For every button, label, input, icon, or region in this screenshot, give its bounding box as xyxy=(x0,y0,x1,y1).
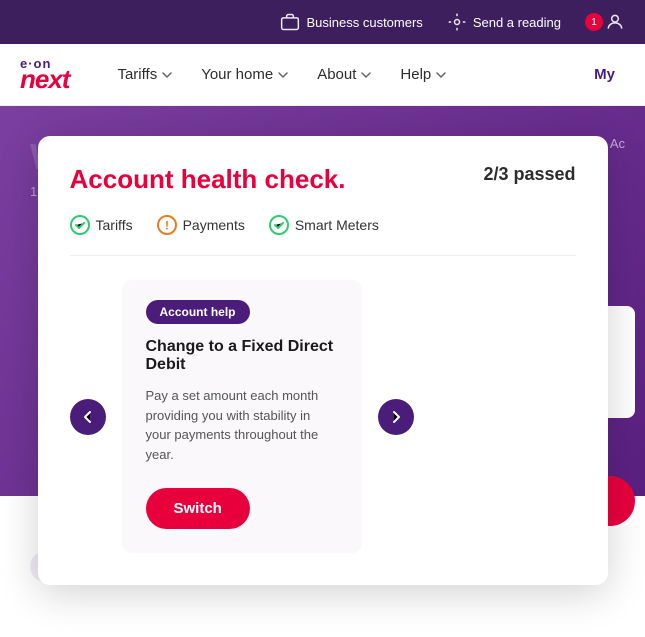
chevron-down-icon xyxy=(161,69,173,81)
chevron-left-icon xyxy=(81,410,95,424)
account-help-card: Account help Change to a Fixed Direct De… xyxy=(122,280,362,553)
status-payments: ! Payments xyxy=(157,215,245,235)
top-bar: Business customers Send a reading 1 xyxy=(0,0,645,44)
chevron-down-icon xyxy=(360,69,372,81)
status-tariffs: Tariffs xyxy=(70,215,133,235)
chevron-right-icon xyxy=(389,410,403,424)
payments-label: Payments xyxy=(183,217,245,233)
switch-button[interactable]: Switch xyxy=(146,488,250,529)
warning-icon: ! xyxy=(157,215,177,235)
card-description: Pay a set amount each month providing yo… xyxy=(146,386,338,464)
nav-your-home[interactable]: Your home xyxy=(191,58,299,91)
card-title: Change to a Fixed Direct Debit xyxy=(146,338,338,374)
health-score: 2/3 passed xyxy=(483,164,575,185)
status-smart-meters: Smart Meters xyxy=(269,215,379,235)
business-customers-link[interactable]: Business customers xyxy=(280,12,422,32)
card-row: Account help Change to a Fixed Direct De… xyxy=(70,280,576,553)
modal-overlay: Account health check. 2/3 passed Tariffs… xyxy=(0,106,645,597)
nav-my[interactable]: My xyxy=(584,58,625,91)
scroll-left-button[interactable] xyxy=(70,399,106,435)
health-check-modal: Account health check. 2/3 passed Tariffs… xyxy=(38,136,608,585)
smart-meters-label: Smart Meters xyxy=(295,217,379,233)
business-customers-label: Business customers xyxy=(306,15,422,30)
send-reading-link[interactable]: Send a reading xyxy=(447,12,561,32)
status-row: Tariffs ! Payments Smart Meters xyxy=(70,215,576,256)
chevron-down-icon xyxy=(277,69,289,81)
logo-next: next xyxy=(20,66,69,92)
check-icon xyxy=(269,215,289,235)
health-check-title: Account health check. xyxy=(70,164,346,195)
logo[interactable]: e·on next xyxy=(20,57,69,92)
nav-about[interactable]: About xyxy=(307,58,382,91)
scroll-right-button[interactable] xyxy=(378,399,414,435)
nav-tariffs[interactable]: Tariffs xyxy=(107,58,183,91)
nav-help[interactable]: Help xyxy=(390,58,457,91)
svg-text:!: ! xyxy=(165,219,169,233)
send-reading-label: Send a reading xyxy=(473,15,561,30)
chevron-down-icon xyxy=(435,69,447,81)
nav-bar: e·on next Tariffs Your home About Help M… xyxy=(0,44,645,106)
health-header: Account health check. 2/3 passed xyxy=(70,164,576,195)
check-icon xyxy=(70,215,90,235)
account-icon-group[interactable]: 1 xyxy=(585,12,625,32)
tariffs-label: Tariffs xyxy=(96,217,133,233)
card-tag: Account help xyxy=(146,300,250,324)
notification-badge: 1 xyxy=(585,13,603,31)
